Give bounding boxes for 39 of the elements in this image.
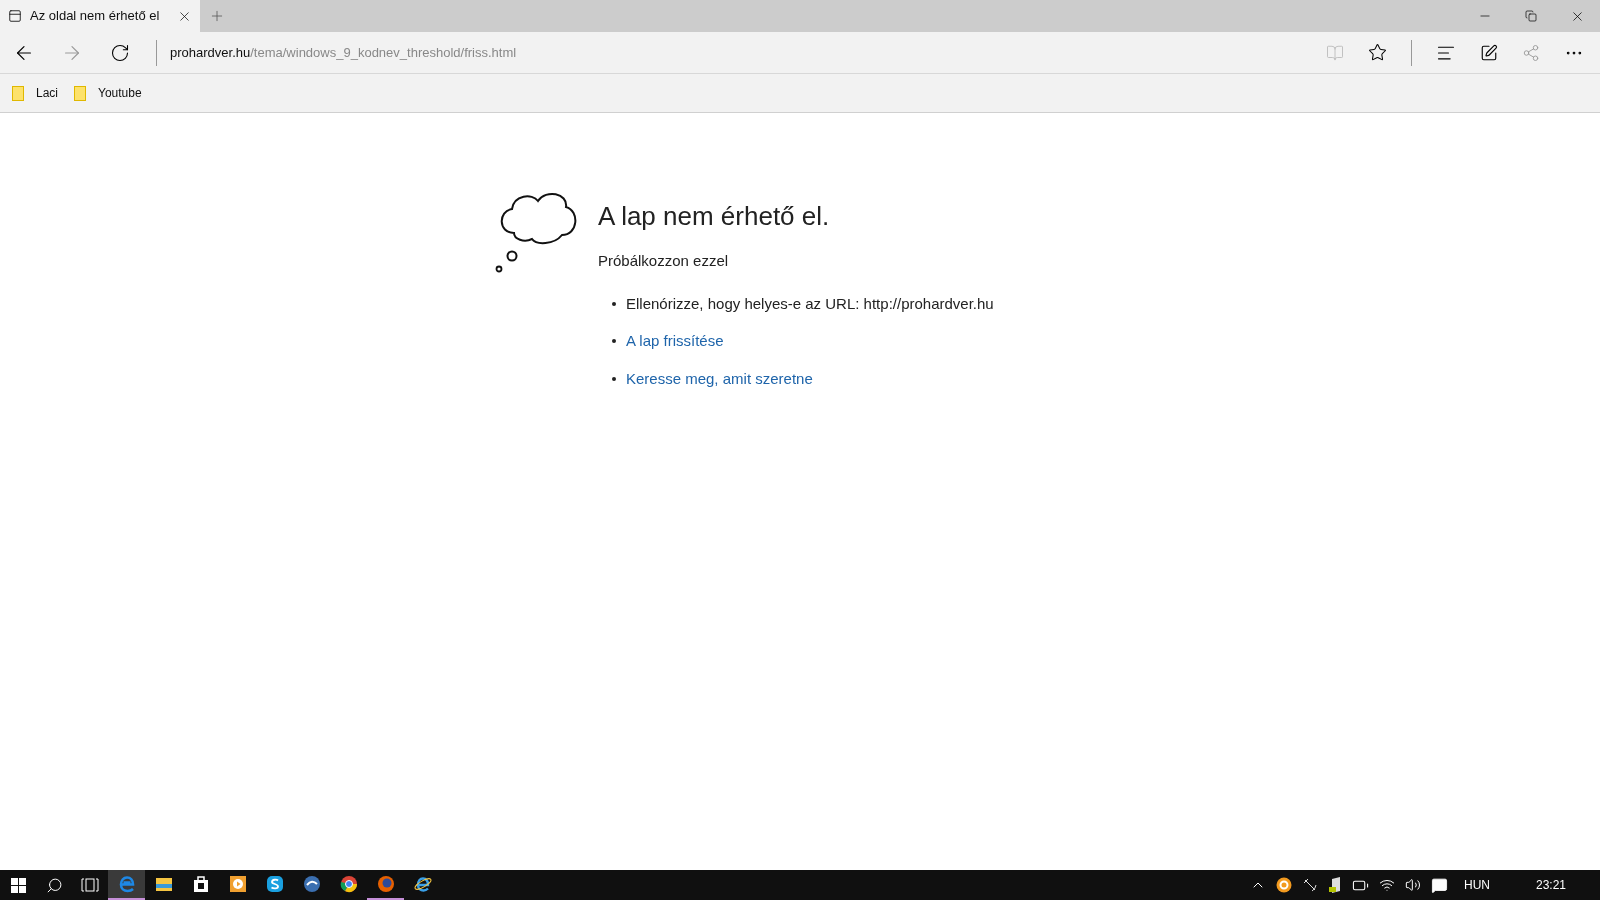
suggestion-link[interactable]: A lap frissítése [626, 330, 724, 353]
tab-title: Az oldal nem érhető el [30, 7, 161, 26]
wifi-icon[interactable] [1378, 877, 1395, 893]
favorite-item[interactable]: Youtube [74, 84, 142, 102]
bullet-icon [612, 339, 616, 344]
circle-app-icon[interactable] [1275, 877, 1292, 893]
search-icon[interactable] [45, 876, 63, 894]
chrome-ball-icon [339, 875, 358, 893]
refresh-icon[interactable] [110, 42, 130, 63]
pen-square-icon[interactable] [1480, 43, 1498, 62]
shopping-bag-icon [192, 875, 209, 893]
suggestion-link[interactable]: Keresse meg, amit szeretne [626, 367, 813, 390]
browser-e-icon [413, 875, 432, 893]
restore-icon[interactable] [1525, 10, 1537, 22]
speaker-icon[interactable] [1404, 877, 1421, 893]
task-view-icon[interactable] [81, 878, 99, 892]
play-icon [228, 875, 247, 893]
clock-time[interactable]: 23:21 [1535, 876, 1566, 894]
chat-s-icon [265, 875, 284, 893]
notification-icon[interactable] [1430, 876, 1448, 894]
bullet-icon [612, 301, 616, 306]
mail-bird-icon [302, 875, 321, 893]
suggestion-text: Ellenórizze, hogy helyes-e az URL: http://prohardver.hu [626, 293, 994, 314]
browser-e-icon [117, 875, 136, 893]
fox-globe-icon [376, 875, 395, 893]
star-icon[interactable] [1368, 43, 1387, 62]
browser-tab[interactable]: Az oldal nem érhető el [0, 0, 200, 32]
folder-icon [74, 85, 86, 101]
windows-logo-icon[interactable] [10, 877, 26, 893]
folder-icon [12, 85, 24, 101]
folder-icon [154, 876, 173, 892]
favorite-item[interactable]: Laci [12, 84, 58, 102]
error-subheading: Próbálkozzon ezzel [598, 251, 730, 271]
address-field[interactable]: prohardver.hu/tema/windows_9_kodnev_threshold/friss.html [156, 39, 1326, 66]
error-heading: A lap nem érhető el. [598, 200, 831, 233]
page-icon [8, 9, 22, 23]
bullet-icon [612, 376, 616, 381]
document-tray-icon[interactable] [1327, 877, 1342, 893]
input-language[interactable]: HUN [1463, 876, 1490, 894]
